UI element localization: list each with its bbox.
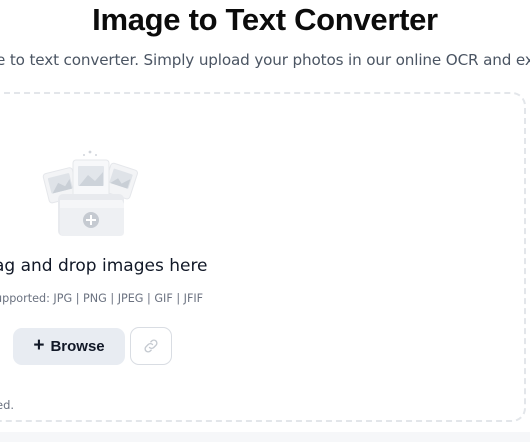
- plus-icon: +: [33, 335, 45, 356]
- supported-formats-text: upported: JPG | PNG | JPEG | GIF | JFIF: [0, 292, 204, 305]
- upload-footnote: ed.: [0, 398, 15, 412]
- page-title: Image to Text Converter: [92, 2, 438, 37]
- image-folder-upload-icon: [42, 150, 138, 236]
- page-subtitle: e to text converter. Simply upload your …: [0, 51, 530, 69]
- bottom-divider: [0, 432, 530, 442]
- page: Image to Text Converter e to text conver…: [0, 0, 530, 442]
- browse-button[interactable]: + Browse: [13, 328, 125, 365]
- drop-images-heading: ag and drop images here: [0, 256, 208, 276]
- browse-button-label: Browse: [50, 338, 105, 355]
- paste-link-button[interactable]: [130, 327, 172, 365]
- link-icon: [144, 339, 158, 353]
